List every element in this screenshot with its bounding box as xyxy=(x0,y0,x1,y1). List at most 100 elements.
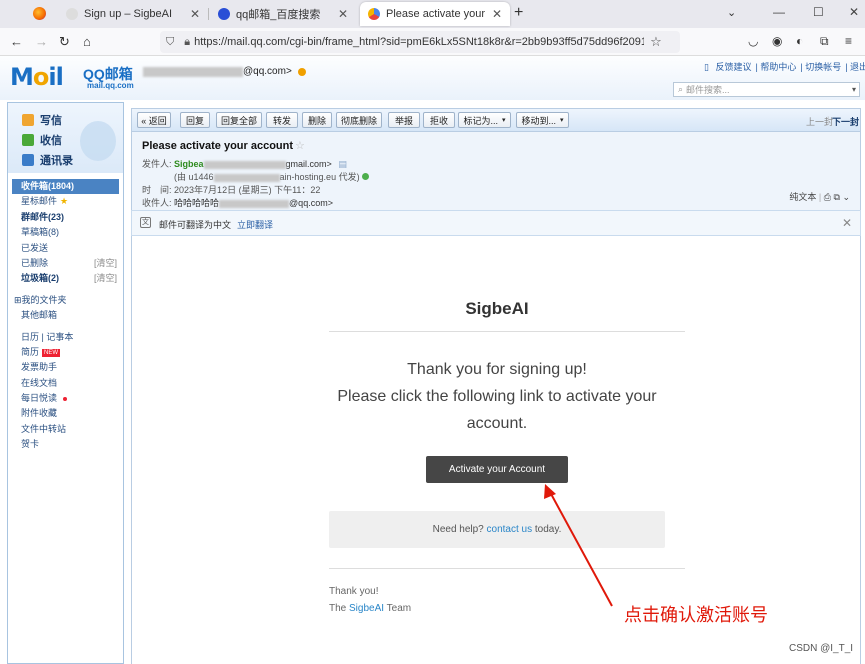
expand-plus-icon[interactable]: ⊞ xyxy=(14,295,22,305)
search-dropdown-icon[interactable]: ▾ xyxy=(852,85,856,94)
tool-online-docs[interactable]: 在线文档 xyxy=(8,376,123,391)
link-feedback[interactable]: 反馈建议 xyxy=(715,62,751,72)
account-icon[interactable]: ◉ xyxy=(772,34,782,48)
reject-button[interactable]: 拒收 xyxy=(423,112,455,128)
send-time: 2023年7月12日 (星期三) 下午11：22 xyxy=(174,185,321,195)
qqmail-logo[interactable]: Moil xyxy=(10,63,64,91)
url-text[interactable]: https://mail.qq.com/cgi-bin/frame_html?s… xyxy=(194,36,644,48)
folder-starred[interactable]: 星标邮件 ★ xyxy=(8,194,123,209)
folder-group-mail[interactable]: 群邮件(23) xyxy=(8,210,123,225)
dropdown-arrow-icon: ▾ xyxy=(502,117,506,124)
link-logout[interactable]: 退出 xyxy=(850,62,865,72)
activate-account-button[interactable]: Activate your Account xyxy=(426,456,568,483)
minimize-icon[interactable]: — xyxy=(773,5,785,19)
move-to-dropdown[interactable]: 移动到... ▾ xyxy=(516,112,569,128)
pocket-icon[interactable]: ◡ xyxy=(748,34,758,48)
new-window-icon[interactable]: ⧉ xyxy=(834,192,840,202)
menu-hamburger-icon[interactable]: ≡ xyxy=(845,34,852,48)
sigbeai-link[interactable]: SigbeAI xyxy=(349,603,384,614)
divider xyxy=(329,568,685,569)
reply-button[interactable]: 回复 xyxy=(180,112,210,128)
mail-search-input[interactable]: ⌕ 邮件搜索... ▾ xyxy=(673,82,860,97)
star-outline-icon[interactable]: ☆ xyxy=(295,140,305,152)
tool-greeting-cards[interactable]: 贺卡 xyxy=(8,437,123,452)
compose-button[interactable]: 写信 xyxy=(22,112,62,128)
tab-baidu[interactable]: qq邮箱_百度搜索 ✕ xyxy=(210,2,356,26)
translate-now-link[interactable]: 立即翻译 xyxy=(237,220,273,230)
signoff-text: Thank you! xyxy=(329,586,379,597)
receive-button[interactable]: 收信 xyxy=(22,132,62,148)
back-arrow-icon[interactable]: ← xyxy=(10,34,23,49)
home-icon[interactable]: ⌂ xyxy=(83,34,91,49)
permanent-delete-button[interactable]: 彻底删除 xyxy=(336,112,382,128)
watermark: CSDN @I_T_I xyxy=(789,643,854,654)
tool-invoice[interactable]: 发票助手 xyxy=(8,360,123,375)
downloads-icon[interactable]: ◐ xyxy=(796,34,803,48)
reload-icon[interactable]: ↻ xyxy=(59,34,70,50)
close-tab-icon[interactable]: ✕ xyxy=(492,7,502,21)
firefox-icon[interactable] xyxy=(33,7,46,20)
contact-us-link[interactable]: contact us xyxy=(487,524,533,535)
warning-icon[interactable] xyxy=(297,67,306,76)
close-window-icon[interactable]: ✕ xyxy=(849,5,859,19)
contacts-button[interactable]: 通讯录 xyxy=(22,152,73,168)
empty-spam-link[interactable]: [清空] xyxy=(94,271,117,286)
folder-spam[interactable]: 垃圾箱(2) [清空] xyxy=(8,271,123,286)
forward-button[interactable]: 转发 xyxy=(266,112,298,128)
message-header: Please activate your account ☆ 发件人: Sigbe… xyxy=(131,132,861,210)
bookmark-star-icon[interactable]: ☆ xyxy=(650,34,662,50)
top-links: ▯ 反馈建议 | 帮助中心 | 切换帐号 | 退出 xyxy=(704,60,865,73)
lock-icon[interactable]: 🔒︎ xyxy=(184,36,190,49)
new-tab-plus-icon[interactable]: + xyxy=(514,4,523,22)
report-button[interactable]: 举报 xyxy=(388,112,420,128)
address-bar[interactable]: ⛉ 🔒︎ https://mail.qq.com/cgi-bin/frame_h… xyxy=(160,31,680,53)
sender-name[interactable]: Sigbea xyxy=(174,159,204,169)
browser-tab-bar: Sign up – SigbeAI ✕ qq邮箱_百度搜索 ✕ Please a… xyxy=(0,0,865,28)
more-arrow-icon[interactable]: ⌄ xyxy=(842,192,850,202)
notes-link[interactable]: 记事本 xyxy=(46,332,73,342)
folder-drafts[interactable]: 草稿箱(8) xyxy=(8,225,123,240)
delete-button[interactable]: 删除 xyxy=(302,112,332,128)
redacted-recipient xyxy=(219,199,290,208)
inbox-icon xyxy=(22,134,34,146)
translate-icon: 文 xyxy=(140,217,151,228)
close-tab-icon[interactable]: ✕ xyxy=(338,7,348,21)
my-folders[interactable]: ⊞我的文件夹 xyxy=(8,293,123,308)
forward-arrow-icon[interactable]: → xyxy=(35,34,48,49)
next-mail-link[interactable]: 下一封 xyxy=(832,115,859,128)
logo-domain-text: mail.qq.com xyxy=(87,81,134,90)
plain-text-link[interactable]: 纯文本 xyxy=(789,192,816,202)
contact-card-icon[interactable]: ▤ xyxy=(338,159,347,169)
other-mailboxes[interactable]: 其他邮箱 xyxy=(8,308,123,323)
link-help[interactable]: 帮助中心 xyxy=(760,62,796,72)
calendar-link[interactable]: 日历 xyxy=(21,332,39,342)
email-brand-title: SigbeAI xyxy=(465,299,529,318)
folder-sent[interactable]: 已发送 xyxy=(8,241,123,256)
tool-daily-read[interactable]: 每日悦读 xyxy=(8,391,123,406)
close-translate-icon[interactable]: ✕ xyxy=(842,216,852,230)
tool-attachments[interactable]: 附件收藏 xyxy=(8,406,123,421)
print-icon[interactable]: ⎙ xyxy=(824,192,831,202)
recipient-name[interactable]: 哈哈哈哈哈 xyxy=(174,198,219,208)
close-tab-icon[interactable]: ✕ xyxy=(190,7,200,21)
folder-inbox[interactable]: 收件箱(1804) xyxy=(12,179,119,195)
empty-deleted-link[interactable]: [清空] xyxy=(94,256,117,271)
back-button[interactable]: « 返回 xyxy=(137,112,171,128)
tab-signup[interactable]: Sign up – SigbeAI ✕ xyxy=(58,2,208,26)
unread-dot-icon xyxy=(63,396,68,401)
list-tabs-chevron-icon[interactable]: ⌄ xyxy=(727,6,736,19)
reply-all-button[interactable]: 回复全部 xyxy=(216,112,262,128)
mark-as-dropdown[interactable]: 标记为... ▾ xyxy=(458,112,511,128)
tool-resume[interactable]: 简历 NEW xyxy=(8,345,123,360)
extensions-icon[interactable]: ⧉ xyxy=(820,34,829,49)
maximize-icon[interactable]: ☐ xyxy=(813,5,824,19)
folder-deleted[interactable]: 已删除 [清空] xyxy=(8,256,123,271)
tab-activate[interactable]: Please activate your account ✕ xyxy=(360,2,510,26)
to-row: 收件人: 哈哈哈哈哈 @qq.com> xyxy=(142,198,333,208)
verified-icon[interactable] xyxy=(361,173,369,180)
account-name: @qq.com> xyxy=(143,66,306,77)
link-switch-account[interactable]: 切换帐号 xyxy=(805,62,841,72)
mobile-icon[interactable]: ▯ xyxy=(704,62,709,72)
shield-icon[interactable]: ⛉ xyxy=(166,36,174,49)
tool-file-transfer[interactable]: 文件中转站 xyxy=(8,422,123,437)
